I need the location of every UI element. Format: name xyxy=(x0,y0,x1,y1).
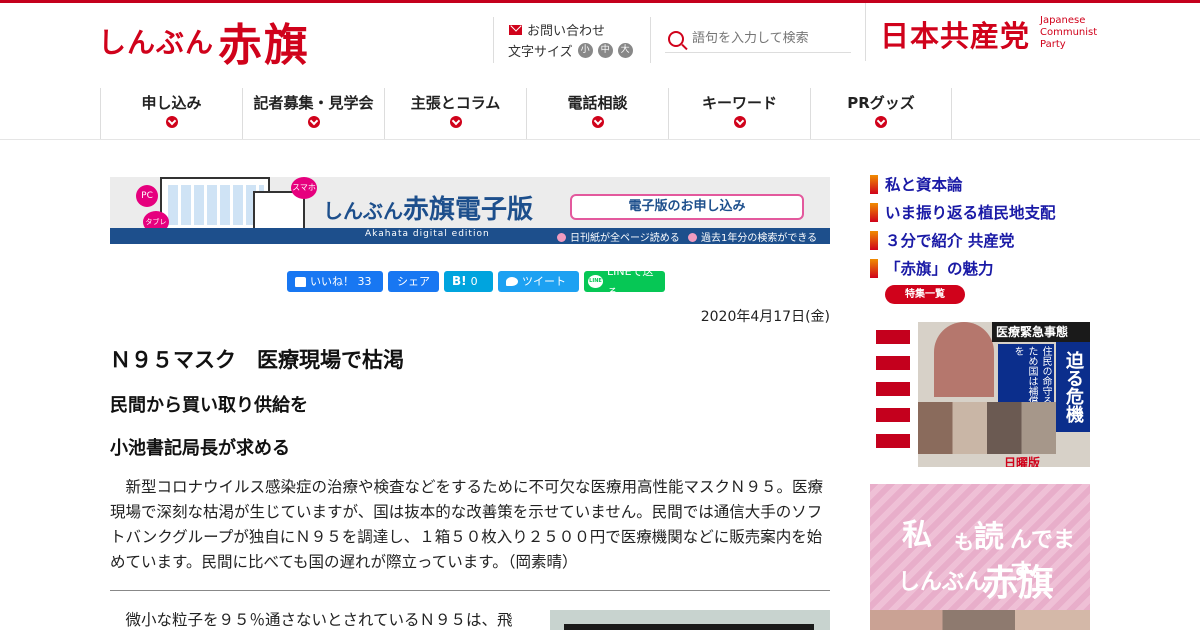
chevron-down-icon xyxy=(449,116,462,128)
article-lead: 新型コロナウイルス感染症の治療や検査などをするために不可欠な医療用高性能マスクＮ… xyxy=(110,478,824,571)
cover-headlines xyxy=(870,322,918,467)
hatena-bookmark-button[interactable]: B! 0 xyxy=(444,271,493,292)
site-header: しんぶん 赤旗 お問い合わせ 文字サイズ 小 中 大 日本共産党 Japanes… xyxy=(0,3,1200,88)
twitter-bird-icon xyxy=(506,277,518,286)
link-marker xyxy=(870,230,878,250)
chevron-down-icon xyxy=(875,116,887,128)
header-divider xyxy=(493,17,494,63)
font-size-medium-button[interactable]: 中 xyxy=(597,43,613,58)
link-marker xyxy=(870,174,878,194)
ad-text: しんぶん xyxy=(898,570,987,595)
ad-text: も xyxy=(954,530,974,554)
cover-sunday-label: 日曜版 xyxy=(1004,456,1041,467)
cover-subheadline: 住民の命守るため国は補償を xyxy=(998,344,1054,410)
digital-apply-button[interactable]: 電子版のお申し込み xyxy=(570,194,804,220)
search-box xyxy=(665,25,851,53)
line-icon: LINE xyxy=(588,275,603,288)
facebook-share-button[interactable]: シェア xyxy=(388,271,439,292)
sidebar-link-akahata-appeal[interactable]: 「赤旗」の魅力 xyxy=(870,254,1056,282)
feature-list-button[interactable]: 特集一覧 xyxy=(885,285,965,304)
font-size-label: 文字サイズ xyxy=(508,45,573,60)
nav-label: 電話相談 xyxy=(567,94,628,112)
article-photo xyxy=(550,610,830,630)
banner-feature: 過去1年分の検索ができる xyxy=(688,229,817,244)
cover-headline: 医療緊急事態 xyxy=(992,322,1090,342)
article-subtitle-2: 小池書記局長が求める xyxy=(110,438,290,459)
share-buttons: いいね！ 33 シェア B! 0 ツイート LINE LINEで送る xyxy=(287,265,665,299)
nav-item-apply[interactable]: 申し込み xyxy=(100,88,242,140)
ad-photos xyxy=(870,610,1090,630)
article-body: 微小な粒子を９５％通さないとされているＮ９５は、飛 xyxy=(110,611,513,629)
sunday-edition-cover[interactable]: 医療緊急事態 住民の命守るため国は補償を 迫る危機 日曜版 xyxy=(870,322,1090,467)
contact-label: お問い合わせ xyxy=(527,24,606,39)
chevron-down-icon xyxy=(307,116,320,128)
banner-footer-band: Akahata digital edition 日刊紙が全ページ読める 過去1年… xyxy=(110,228,830,244)
nav-item-pr-goods[interactable]: PRグッズ xyxy=(810,88,952,140)
nav-item-opinion[interactable]: 主張とコラム xyxy=(384,88,526,140)
contact-link[interactable]: お問い合わせ xyxy=(509,20,605,39)
facebook-like-button[interactable]: いいね！ 33 xyxy=(287,271,383,292)
header-divider xyxy=(650,17,651,63)
hatena-icon: B! xyxy=(452,274,467,288)
digital-edition-banner[interactable]: PC タブレット スマホ しんぶん赤旗電子版 電子版のお申し込み Akahata… xyxy=(110,177,830,244)
banner-title: しんぶん赤旗電子版 xyxy=(323,195,534,225)
nav-bottom-rule xyxy=(0,139,1200,140)
reader-campaign-ad[interactable]: 私 も 読 んでます しんぶん 赤旗 xyxy=(870,484,1090,630)
global-nav: 申し込み 記者募集・見学会 主張とコラム 電話相談 キーワード PRグッズ xyxy=(100,88,952,140)
nav-label: 記者募集・見学会 xyxy=(253,94,374,112)
search-input[interactable] xyxy=(692,31,847,46)
nav-label: 主張とコラム xyxy=(410,94,501,112)
nav-label: キーワード xyxy=(701,94,777,112)
ad-text: 赤旗 xyxy=(982,562,1055,604)
nav-item-keyword[interactable]: キーワード xyxy=(668,88,810,140)
nav-label: PRグッズ xyxy=(847,94,915,112)
tag-phone: スマホ xyxy=(291,177,317,199)
font-size-large-button[interactable]: 大 xyxy=(617,43,633,58)
banner-subtitle: Akahata digital edition xyxy=(365,229,490,239)
tag-pc: PC xyxy=(136,185,158,207)
nav-item-recruit[interactable]: 記者募集・見学会 xyxy=(242,88,384,140)
article-date: 2020年4月17日(金) xyxy=(700,309,830,325)
logo-akahata[interactable]: 赤旗 xyxy=(218,9,310,73)
font-size-switcher: 文字サイズ 小 中 大 xyxy=(508,41,633,60)
tweet-button[interactable]: ツイート xyxy=(498,271,579,292)
sidebar-link-jcp-intro[interactable]: ３分で紹介 共産党 xyxy=(870,226,1056,254)
line-share-button[interactable]: LINE LINEで送る xyxy=(584,265,665,299)
sidebar-link-capital[interactable]: 私と資本論 xyxy=(870,170,1056,198)
header-divider xyxy=(865,3,866,61)
jcp-logo-english: Japanese Communist Party xyxy=(1040,15,1098,50)
chevron-down-icon xyxy=(591,116,604,128)
sidebar-feature-links: 私と資本論 いま振り返る植民地支配 ３分で紹介 共産党 「赤旗」の魅力 xyxy=(870,170,1056,282)
cover-main-headline: 迫る危機 xyxy=(1056,342,1090,432)
cover-portrait xyxy=(934,322,994,397)
chevron-down-icon xyxy=(733,116,746,128)
mail-icon xyxy=(509,24,522,35)
font-size-small-button[interactable]: 小 xyxy=(577,43,593,58)
link-marker xyxy=(870,202,878,222)
chevron-down-icon xyxy=(165,116,178,128)
article-divider xyxy=(110,590,830,591)
article-title: Ｎ９５マスク 医療現場で枯渇 xyxy=(110,348,404,372)
article-subtitle: 民間から買い取り供給を xyxy=(110,395,308,416)
jcp-logo[interactable]: 日本共産党 xyxy=(880,13,1030,55)
banner-feature: 日刊紙が全ページ読める xyxy=(557,229,680,244)
cover-photos xyxy=(918,402,1056,454)
sidebar-link-colonial[interactable]: いま振り返る植民地支配 xyxy=(870,198,1056,226)
nav-item-phone-consult[interactable]: 電話相談 xyxy=(526,88,668,140)
logo-shinbun[interactable]: しんぶん xyxy=(98,21,214,61)
thumbs-up-icon xyxy=(295,276,306,287)
search-icon[interactable] xyxy=(668,30,684,47)
link-marker xyxy=(870,258,878,278)
nav-label: 申し込み xyxy=(141,94,202,112)
ad-text: 私 xyxy=(902,518,932,553)
ad-text: 読 xyxy=(974,520,1004,555)
